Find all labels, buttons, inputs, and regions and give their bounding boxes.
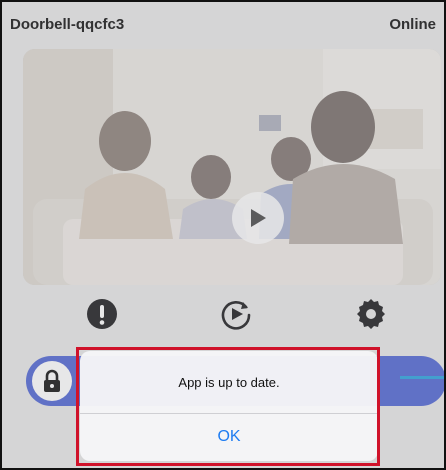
highlight-box <box>76 347 380 466</box>
